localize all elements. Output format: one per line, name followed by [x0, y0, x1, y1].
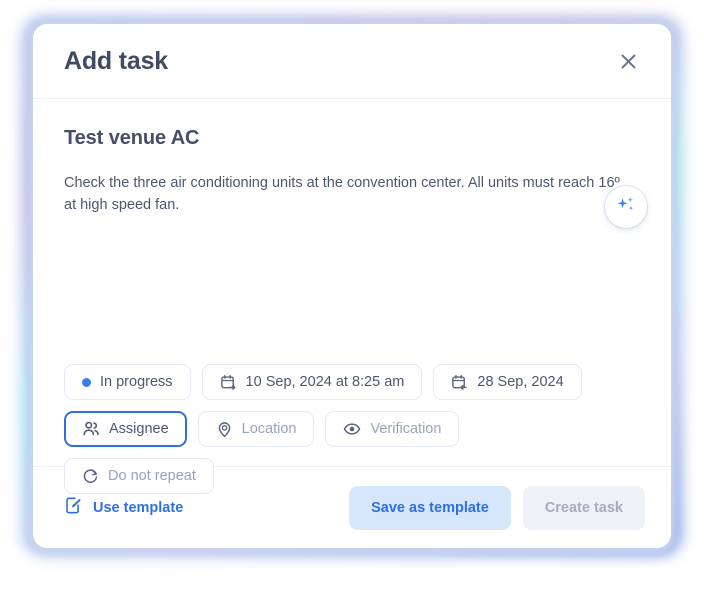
- chip-row-repeat: Do not repeat: [64, 458, 647, 494]
- chip-assignee[interactable]: Assignee: [64, 411, 187, 447]
- status-dot-icon: [82, 377, 91, 387]
- chip-start-date-label: 10 Sep, 2024 at 8:25 am: [245, 374, 405, 390]
- repeat-icon: [82, 468, 99, 485]
- chip-verification[interactable]: Verification: [325, 411, 460, 447]
- chip-repeat-label: Do not repeat: [108, 468, 196, 484]
- screen: Add task Test venue AC Check the three a…: [0, 0, 704, 592]
- add-task-modal: Add task Test venue AC Check the three a…: [33, 24, 671, 548]
- chip-repeat[interactable]: Do not repeat: [64, 458, 214, 494]
- chip-start-date[interactable]: 10 Sep, 2024 at 8:25 am: [201, 364, 423, 400]
- chip-status[interactable]: In progress: [64, 364, 191, 400]
- chip-location-label: Location: [241, 421, 297, 437]
- chip-location[interactable]: Location: [197, 411, 315, 447]
- calendar-due-icon: [451, 374, 468, 391]
- chip-row-status-dates: In progress 10 Sep, 2024 at 8:25 am 28 S…: [64, 364, 647, 400]
- modal-body: Test venue AC Check the three air condit…: [33, 99, 671, 494]
- task-title: Test venue AC: [64, 127, 200, 149]
- chip-status-label: In progress: [100, 374, 173, 390]
- calendar-start-icon: [220, 374, 237, 391]
- chip-due-date-label: 28 Sep, 2024: [477, 374, 564, 390]
- sparkles-icon: [615, 194, 637, 221]
- users-icon: [82, 420, 100, 438]
- chip-row-assignee-location-verification: Assignee Location Verification: [64, 411, 647, 447]
- chip-due-date[interactable]: 28 Sep, 2024: [433, 364, 582, 400]
- map-pin-icon: [216, 421, 233, 438]
- close-icon: [619, 52, 638, 71]
- chip-assignee-label: Assignee: [109, 421, 169, 437]
- task-description: Check the three air conditioning units a…: [64, 175, 620, 213]
- modal-header: Add task: [33, 24, 671, 99]
- task-attribute-chips: In progress 10 Sep, 2024 at 8:25 am 28 S…: [64, 364, 647, 505]
- close-button[interactable]: [613, 46, 643, 76]
- chip-verification-label: Verification: [370, 421, 442, 437]
- ai-assist-button[interactable]: [605, 186, 647, 228]
- eye-icon: [343, 420, 361, 438]
- page-title: Add task: [64, 46, 168, 75]
